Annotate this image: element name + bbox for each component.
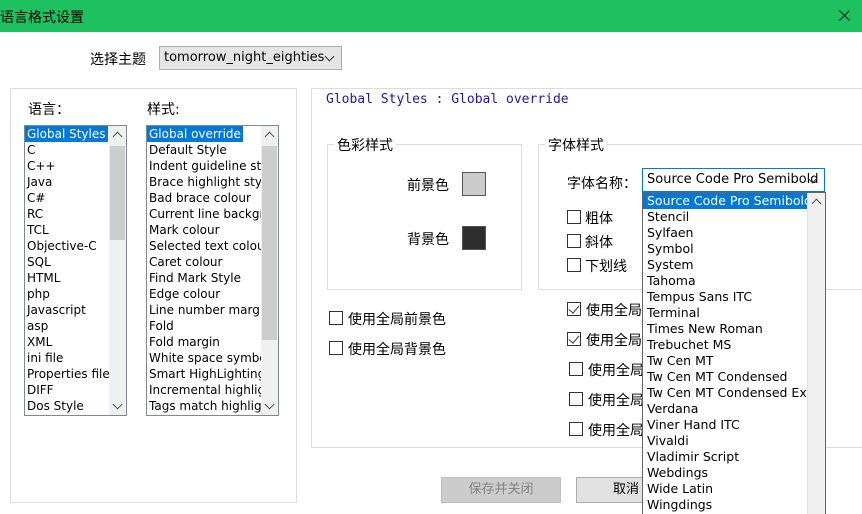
style-list-item[interactable]: Brace highlight style bbox=[147, 174, 278, 190]
global-bg-checkbox[interactable] bbox=[329, 341, 343, 355]
style-list-item[interactable]: Tags match highlight bbox=[147, 398, 278, 414]
style-list-item[interactable]: Incremental highlight bbox=[147, 382, 278, 398]
color-group bbox=[327, 144, 522, 290]
window-title: 语言格式设置 bbox=[0, 10, 84, 26]
style-list-item[interactable]: Current line background bbox=[147, 206, 278, 222]
global-italic-label: 使用全局 bbox=[588, 393, 644, 409]
scroll-thumb[interactable] bbox=[110, 146, 125, 240]
italic-label: 斜体 bbox=[585, 235, 613, 251]
font-list-scrollbar[interactable] bbox=[807, 193, 825, 514]
style-list-item[interactable]: White space symbol bbox=[147, 350, 278, 366]
font-name-select[interactable]: Source Code Pro Semibold bbox=[642, 168, 825, 192]
global-underline-checkbox[interactable] bbox=[569, 422, 583, 436]
font-list-item[interactable]: Sylfaen bbox=[643, 225, 825, 241]
style-list-item[interactable]: Selected text colour bbox=[147, 238, 278, 254]
global-fg-label: 使用全局前景色 bbox=[348, 312, 446, 328]
global-size-checkbox[interactable] bbox=[567, 332, 581, 346]
style-list-item[interactable]: Default Style bbox=[147, 142, 278, 158]
scroll-up-icon[interactable] bbox=[112, 131, 123, 142]
font-name-label: 字体名称： bbox=[567, 176, 637, 192]
font-list-item[interactable]: Tahoma bbox=[643, 273, 825, 289]
font-list-item[interactable]: Symbol bbox=[643, 241, 825, 257]
global-size-label: 使用全局 bbox=[586, 333, 642, 349]
style-list-item[interactable]: Indent guideline style bbox=[147, 158, 278, 174]
font-list-item[interactable]: System bbox=[643, 257, 825, 273]
language-scrollbar[interactable] bbox=[109, 126, 126, 415]
language-list-item[interactable]: Global Styles bbox=[25, 126, 108, 142]
scroll-thumb[interactable] bbox=[262, 146, 277, 340]
font-list-item[interactable]: Terminal bbox=[643, 305, 825, 321]
language-list[interactable]: Global Styles C C++ Java C# RC TCL Objective-C S… bbox=[24, 125, 127, 416]
bold-label: 粗体 bbox=[585, 211, 613, 227]
global-font-checkbox[interactable] bbox=[567, 302, 581, 316]
theme-label: 选择主题 bbox=[90, 52, 146, 68]
style-list-item[interactable]: Caret colour bbox=[147, 254, 278, 270]
underline-label: 下划线 bbox=[585, 259, 627, 275]
title-bar: 语言格式设置 bbox=[0, 0, 862, 32]
color-group-label: 色彩样式 bbox=[334, 135, 396, 155]
language-label: 语言： bbox=[28, 102, 70, 118]
font-list-item[interactable]: Verdana bbox=[643, 401, 825, 417]
font-dropdown-list[interactable]: Source Code Pro Semibold Stencil Sylfaen Sy… bbox=[642, 192, 826, 514]
style-list-item[interactable]: Fold bbox=[147, 318, 278, 334]
bg-label: 背景色 bbox=[407, 232, 449, 248]
global-font-label: 使用全局 bbox=[586, 303, 642, 319]
style-list-item[interactable]: Line number margin bbox=[147, 302, 278, 318]
theme-value: tomorrow_night_eighties bbox=[164, 50, 325, 65]
fg-color-swatch[interactable] bbox=[462, 172, 486, 196]
bold-checkbox[interactable] bbox=[567, 210, 581, 224]
font-list-item[interactable]: Tw Cen MT bbox=[643, 353, 825, 369]
global-italic-checkbox[interactable] bbox=[569, 392, 583, 406]
fg-label: 前景色 bbox=[407, 178, 449, 194]
font-list-item[interactable]: Tempus Sans ITC bbox=[643, 289, 825, 305]
style-list-item[interactable]: Global override bbox=[147, 126, 243, 142]
style-list-item[interactable]: Mark colour bbox=[147, 222, 278, 238]
font-list-item[interactable]: Wide Latin bbox=[643, 481, 825, 497]
style-header: Global Styles : Global override bbox=[326, 92, 569, 107]
font-list-item[interactable]: Trebuchet MS bbox=[643, 337, 825, 353]
style-list-item[interactable]: Bad brace colour bbox=[147, 190, 278, 206]
style-list-item[interactable]: Smart HighLighting bbox=[147, 366, 278, 382]
global-bg-label: 使用全局背景色 bbox=[348, 342, 446, 358]
scroll-down-icon[interactable] bbox=[264, 399, 275, 410]
save-close-button[interactable]: 保存并关闭 bbox=[441, 477, 561, 503]
global-bold-label: 使用全局 bbox=[588, 363, 644, 379]
font-list-item[interactable]: Source Code Pro Semibold bbox=[643, 193, 825, 209]
style-list-item[interactable]: Fold margin bbox=[147, 334, 278, 350]
font-list-item[interactable]: Stencil bbox=[643, 209, 825, 225]
scroll-up-icon[interactable] bbox=[264, 131, 275, 142]
global-fg-checkbox[interactable] bbox=[329, 311, 343, 325]
style-list[interactable]: Global override Default Style Indent guide… bbox=[146, 125, 279, 416]
font-list-item[interactable]: Vivaldi bbox=[643, 433, 825, 449]
style-list-item[interactable]: Find Mark Style bbox=[147, 270, 278, 286]
style-list-item[interactable]: Edge colour bbox=[147, 286, 278, 302]
font-list-item[interactable]: Times New Roman bbox=[643, 321, 825, 337]
scroll-thumb[interactable] bbox=[809, 213, 824, 225]
font-group-label: 字体样式 bbox=[545, 135, 607, 155]
font-list-item[interactable]: Viner Hand ITC bbox=[643, 417, 825, 433]
font-list-item[interactable]: Webdings bbox=[643, 465, 825, 481]
font-list-item[interactable]: Wingdings bbox=[643, 497, 825, 513]
font-list-item[interactable]: Tw Cen MT Condensed Extra Bold bbox=[643, 385, 825, 401]
style-label: 样式: bbox=[147, 102, 180, 118]
italic-checkbox[interactable] bbox=[567, 234, 581, 248]
font-name-value: Source Code Pro Semibold bbox=[647, 172, 819, 187]
font-list-item[interactable]: Tw Cen MT Condensed bbox=[643, 369, 825, 385]
scroll-up-icon[interactable] bbox=[811, 198, 822, 209]
global-underline-label: 使用全局 bbox=[588, 423, 644, 439]
scroll-down-icon[interactable] bbox=[112, 399, 123, 410]
theme-select[interactable]: tomorrow_night_eighties bbox=[159, 46, 342, 70]
font-list-item[interactable]: Vladimir Script bbox=[643, 449, 825, 465]
chevron-down-icon bbox=[324, 51, 335, 62]
bg-color-swatch[interactable] bbox=[462, 226, 486, 250]
close-icon[interactable] bbox=[828, 0, 862, 32]
global-bold-checkbox[interactable] bbox=[569, 362, 583, 376]
underline-checkbox[interactable] bbox=[567, 258, 581, 272]
style-scrollbar[interactable] bbox=[261, 126, 278, 415]
